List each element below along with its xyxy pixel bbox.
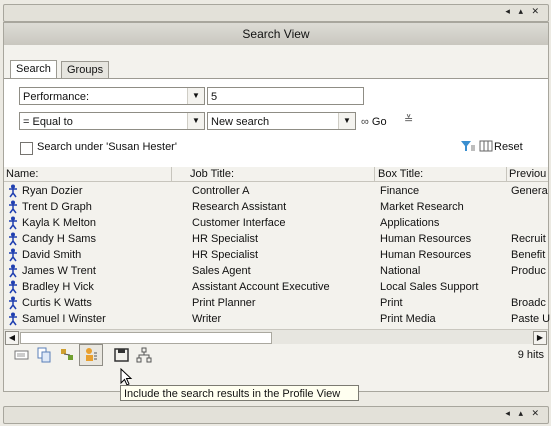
person-icon	[8, 295, 18, 311]
cell-name: Trent D Graph	[22, 201, 92, 213]
cell-previous: Benefit	[511, 249, 546, 261]
operator-select[interactable]: = Equal to ▼	[19, 112, 205, 130]
cell-name: James W Trent	[22, 265, 96, 277]
person-icon	[8, 247, 18, 263]
go-button[interactable]: ∞ Go	[361, 115, 387, 129]
chevron-down-icon[interactable]: ▼	[338, 113, 355, 129]
person-icon	[8, 311, 18, 327]
cell-box-title: National	[380, 265, 421, 277]
cell-job-title: Writer	[192, 313, 222, 325]
tab-groups[interactable]: Groups	[61, 61, 110, 78]
save-icon[interactable]	[114, 348, 130, 362]
tab-strip: Search Groups	[4, 45, 548, 79]
operator-select-value: = Equal to	[23, 116, 73, 128]
go-label: Go	[371, 116, 387, 128]
cell-name: David Smith	[22, 249, 82, 261]
cell-box-title: Human Resources	[380, 249, 472, 261]
cell-name: Curtis K Watts	[22, 297, 92, 309]
cell-name: Samuel I Winster	[22, 313, 106, 325]
chevron-down-icon[interactable]: ▼	[187, 88, 204, 104]
value-input[interactable]: 5	[207, 87, 364, 105]
cell-name: Candy H Sams	[22, 233, 96, 245]
column-header-job-title[interactable]: Job Title:	[188, 167, 375, 181]
cell-name: Kayla K Melton	[22, 217, 96, 229]
column-header-box-title[interactable]: Box Title:	[376, 167, 507, 181]
reset-button[interactable]: Reset	[494, 140, 523, 154]
cell-box-title: Finance	[380, 185, 420, 197]
person-icon	[8, 183, 18, 199]
horizontal-scrollbar[interactable]: ◀ ▶	[4, 329, 548, 345]
person-icon	[8, 279, 18, 295]
table-row[interactable]: Trent D Graph Research Assistant Market Re…	[4, 199, 548, 215]
person-icon	[8, 263, 18, 279]
tab-search[interactable]: Search	[10, 60, 57, 79]
cell-name: Ryan Dozier	[22, 185, 83, 197]
cell-job-title: Customer Interface	[192, 217, 286, 229]
search-mode-select-value: New search	[211, 116, 270, 128]
cell-previous: Recruit	[511, 233, 546, 245]
search-under-checkbox[interactable]	[20, 142, 33, 155]
columns-icon[interactable]	[479, 139, 493, 153]
cell-job-title: Controller A	[192, 185, 250, 197]
cell-previous: Paste U	[511, 313, 551, 325]
cell-previous: Genera	[511, 185, 548, 197]
chevron-down-icon[interactable]: ▼	[187, 113, 204, 129]
field-select[interactable]: Performance: ▼	[19, 87, 205, 105]
cell-job-title: Research Assistant	[192, 201, 287, 213]
cell-box-title: Print Media	[380, 313, 436, 325]
cell-previous: Produc	[511, 265, 546, 277]
cell-box-title: Market Research	[380, 201, 464, 213]
window-controls[interactable]: ◂ ▴ ✕	[505, 408, 542, 419]
table-row[interactable]: James W Trent Sales Agent National Produc	[4, 263, 548, 279]
column-header-name[interactable]: Name:	[4, 167, 172, 181]
panel-title: Search View	[4, 23, 548, 45]
copy-document-icon[interactable]	[37, 347, 51, 363]
cell-job-title: Assistant Account Executive	[192, 281, 330, 293]
binoculars-icon: ∞	[361, 116, 369, 128]
expand-chevron-icon[interactable]: ≚	[404, 113, 413, 126]
person-icon	[8, 215, 18, 231]
cell-box-title: Print	[380, 297, 403, 309]
cell-previous: Broadc	[511, 297, 546, 309]
search-mode-select[interactable]: New search ▼	[207, 112, 356, 130]
cell-job-title: Sales Agent	[192, 265, 251, 277]
window-controls[interactable]: ◂ ▴ ✕	[505, 6, 542, 17]
cell-job-title: HR Specialist	[192, 233, 259, 245]
table-row[interactable]: Curtis K Watts Print Planner Print Broadc	[4, 295, 548, 311]
hits-count: 9 hits	[517, 349, 544, 361]
person-icon	[8, 231, 18, 247]
search-form: Performance: ▼ 5 = Equal to ▼ New search…	[4, 78, 548, 179]
table-row[interactable]: Kayla K Melton Customer Interface Applicat…	[4, 215, 548, 231]
table-header: Name: Job Title: Box Title: Previou	[4, 167, 548, 182]
table-row[interactable]: Samuel I Winster Writer Print Media Paste U	[4, 311, 551, 327]
list-view-icon[interactable]	[14, 348, 30, 362]
results-toolbar: 9 hits	[4, 343, 548, 367]
person-icon	[8, 199, 18, 215]
cell-job-title: HR Specialist	[192, 249, 259, 261]
table-row[interactable]: Ryan Dozier Controller A Finance Genera	[4, 183, 548, 199]
tooltip: Include the search results in the Profil…	[120, 385, 359, 401]
search-view-panel: Search View Search Groups Performance: ▼…	[3, 22, 551, 392]
table-row[interactable]: Candy H Sams HR Specialist Human Resources…	[4, 231, 548, 247]
org-chart-icon[interactable]	[59, 347, 75, 363]
table-row[interactable]: David Smith HR Specialist Human Resources B…	[4, 247, 548, 263]
hierarchy-icon[interactable]	[136, 347, 152, 363]
search-under-label: Search under 'Susan Hester'	[37, 141, 177, 153]
include-in-profile-view-button[interactable]	[79, 344, 103, 366]
cell-box-title: Local Sales Support	[380, 281, 479, 293]
cell-box-title: Human Resources	[380, 233, 472, 245]
cell-box-title: Applications	[380, 217, 440, 229]
column-header-previous[interactable]: Previou	[507, 167, 549, 181]
profile-view-icon	[84, 347, 98, 363]
cell-name: Bradley H Vick	[22, 281, 94, 293]
top-collapsed-panel-bar: ◂ ▴ ✕	[3, 4, 549, 22]
cell-job-title: Print Planner	[192, 297, 256, 309]
field-select-value: Performance:	[23, 91, 90, 103]
bottom-collapsed-panel-bar: ◂ ▴ ✕	[3, 406, 549, 424]
filter-icon[interactable]	[460, 139, 476, 153]
table-row[interactable]: Bradley H Vick Assistant Account Executiv…	[4, 279, 548, 295]
